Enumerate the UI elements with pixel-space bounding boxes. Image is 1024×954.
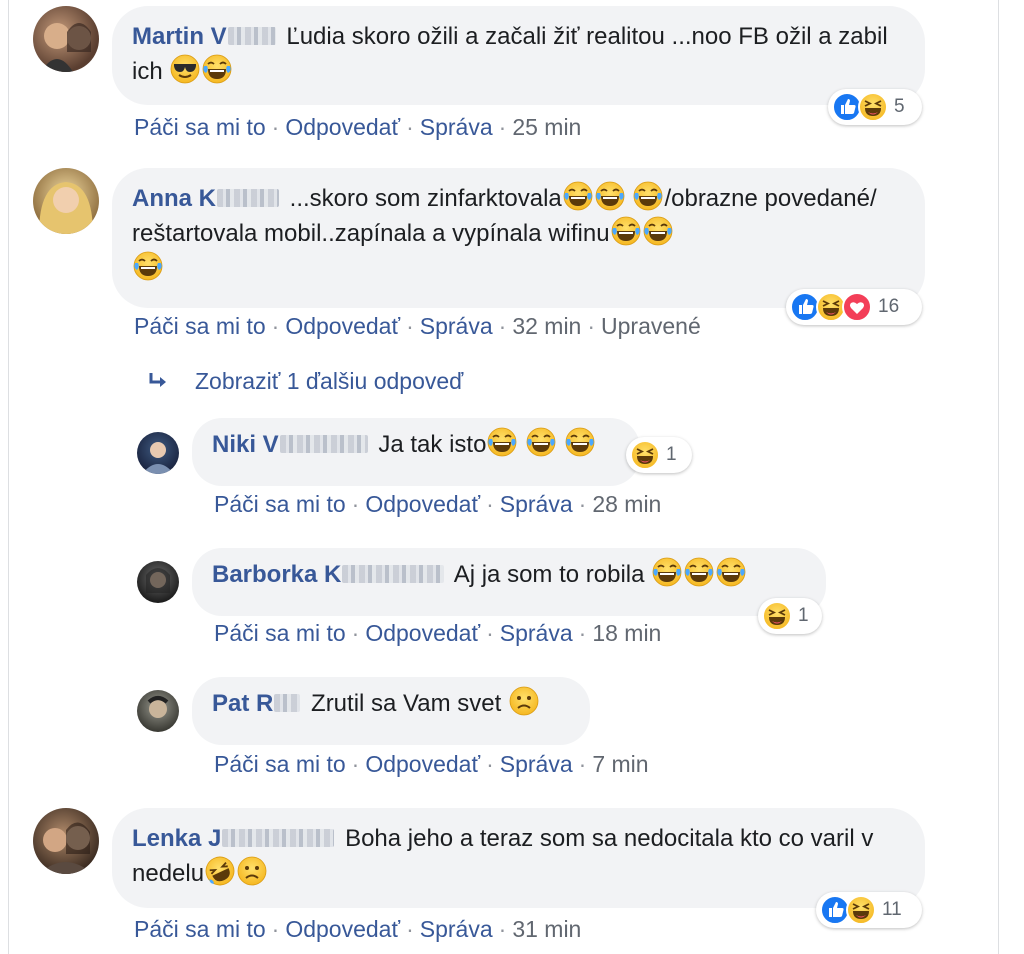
tears-of-joy-icon xyxy=(487,427,517,457)
comment-time[interactable]: 18 min xyxy=(592,620,661,646)
rolling-laughing-icon xyxy=(205,856,235,886)
comment-bubble: Martin V Ľudia skoro ožili a začali žiť … xyxy=(112,6,925,105)
tears-of-joy-icon xyxy=(595,181,625,211)
like-link[interactable]: Páči sa mi to xyxy=(214,751,346,777)
message-link[interactable]: Správa xyxy=(500,751,573,777)
haha-reaction-icon xyxy=(846,895,876,925)
reaction-count: 1 xyxy=(798,605,809,626)
like-link[interactable]: Páči sa mi to xyxy=(134,313,266,339)
tears-of-joy-icon xyxy=(684,557,714,587)
comment-bubble: Pat R Zrutil sa Vam svet xyxy=(192,677,590,745)
comment-actions: Páči sa mi to · Odpovedať · Správa · 18 min xyxy=(214,620,662,646)
tears-of-joy-icon xyxy=(611,216,641,246)
reaction-count: 5 xyxy=(894,96,905,117)
comment-time[interactable]: 25 min xyxy=(512,114,581,140)
comment-bubble: Anna K ...skoro som zinfarktovala /obraz… xyxy=(112,168,925,308)
cool-face-icon xyxy=(170,54,200,84)
blurred-name xyxy=(222,829,335,847)
reactions-summary[interactable]: 16 xyxy=(786,289,922,325)
avatar[interactable] xyxy=(137,690,179,732)
sad-face-icon xyxy=(509,686,539,716)
message-link[interactable]: Správa xyxy=(500,491,573,517)
like-link[interactable]: Páči sa mi to xyxy=(134,916,266,942)
tears-of-joy-icon xyxy=(133,251,163,281)
message-link[interactable]: Správa xyxy=(420,916,493,942)
comment-bubble: Niki V Ja tak isto xyxy=(192,418,640,486)
like-link[interactable]: Páči sa mi to xyxy=(134,114,266,140)
comment-text: Aj ja som to robila xyxy=(453,561,645,588)
reply-link[interactable]: Odpovedať xyxy=(285,916,400,942)
comment-actions: Páči sa mi to · Odpovedať · Správa · 25 min xyxy=(134,114,582,140)
comment-text: ...skoro som zinfarktovala xyxy=(289,185,562,212)
comment-actions: Páči sa mi to · Odpovedať · Správa · 31 min xyxy=(134,916,582,942)
tears-of-joy-icon xyxy=(652,557,682,587)
reply-link[interactable]: Odpovedať xyxy=(365,751,480,777)
reactions-summary[interactable]: 1 xyxy=(626,437,692,473)
like-link[interactable]: Páči sa mi to xyxy=(214,620,346,646)
reaction-count: 1 xyxy=(666,444,677,465)
comment-author[interactable]: Lenka J xyxy=(132,825,221,852)
comment-author[interactable]: Pat R xyxy=(212,690,273,717)
comment-author[interactable]: Barborka K xyxy=(212,561,341,588)
comment-bubble: Lenka J Boha jeho a teraz som sa nedocit… xyxy=(112,808,925,908)
view-more-replies-label: Zobraziť 1 ďalšiu odpoveď xyxy=(195,368,464,394)
edited-label[interactable]: Upravené xyxy=(601,313,701,339)
blurred-name xyxy=(227,27,276,45)
like-link[interactable]: Páči sa mi to xyxy=(214,491,346,517)
tears-of-joy-icon xyxy=(643,216,673,246)
comment-text: Ja tak isto xyxy=(378,431,487,458)
message-link[interactable]: Správa xyxy=(420,313,493,339)
comment-time[interactable]: 32 min xyxy=(512,313,581,339)
blurred-name xyxy=(279,435,368,453)
reply-link[interactable]: Odpovedať xyxy=(365,491,480,517)
tears-of-joy-icon xyxy=(565,427,595,457)
avatar[interactable] xyxy=(33,6,99,72)
haha-reaction-icon xyxy=(858,92,888,122)
comment-time[interactable]: 28 min xyxy=(592,491,661,517)
reply-link[interactable]: Odpovedať xyxy=(285,114,400,140)
reaction-count: 16 xyxy=(878,296,900,317)
message-link[interactable]: Správa xyxy=(420,114,493,140)
reactions-summary[interactable]: 1 xyxy=(758,598,822,634)
reply-link[interactable]: Odpovedať xyxy=(285,313,400,339)
comment-time[interactable]: 7 min xyxy=(592,751,648,777)
reaction-count: 11 xyxy=(882,899,902,920)
comment-actions: Páči sa mi to · Odpovedať · Správa · 32 min · Up… xyxy=(134,313,701,339)
tears-of-joy-icon xyxy=(526,427,556,457)
avatar[interactable] xyxy=(137,561,179,603)
comment-actions: Páči sa mi to · Odpovedať · Správa · 7 min xyxy=(214,751,649,777)
comment-bubble: Barborka K Aj ja som to robila xyxy=(192,548,826,616)
love-reaction-icon xyxy=(842,292,872,322)
reply-arrow-icon xyxy=(145,369,171,395)
avatar[interactable] xyxy=(33,168,99,234)
tears-of-joy-icon xyxy=(563,181,593,211)
tears-of-joy-icon xyxy=(716,557,746,587)
comment-time[interactable]: 31 min xyxy=(512,916,581,942)
blurred-name xyxy=(274,694,301,712)
tears-of-joy-icon xyxy=(202,54,232,84)
blurred-name xyxy=(342,565,445,583)
avatar[interactable] xyxy=(33,808,99,874)
view-more-replies-link[interactable]: Zobraziť 1 ďalšiu odpoveď xyxy=(145,368,463,395)
comment-author[interactable]: Niki V xyxy=(212,431,279,458)
message-link[interactable]: Správa xyxy=(500,620,573,646)
comment-text: Zrutil sa Vam svet xyxy=(311,690,502,717)
avatar[interactable] xyxy=(137,432,179,474)
reactions-summary[interactable]: 11 xyxy=(816,892,922,928)
comment-actions: Páči sa mi to · Odpovedať · Správa · 28 min xyxy=(214,491,662,517)
panel-left-border xyxy=(8,0,9,954)
haha-reaction-icon xyxy=(762,601,792,631)
blurred-name xyxy=(217,189,279,207)
haha-reaction-icon xyxy=(630,440,660,470)
reactions-summary[interactable]: 5 xyxy=(828,89,922,125)
panel-right-border xyxy=(998,0,999,954)
comment-author[interactable]: Anna K xyxy=(132,185,216,212)
comment-author[interactable]: Martin V xyxy=(132,23,227,50)
reply-link[interactable]: Odpovedať xyxy=(365,620,480,646)
sad-face-icon xyxy=(237,856,267,886)
tears-of-joy-icon xyxy=(633,181,663,211)
